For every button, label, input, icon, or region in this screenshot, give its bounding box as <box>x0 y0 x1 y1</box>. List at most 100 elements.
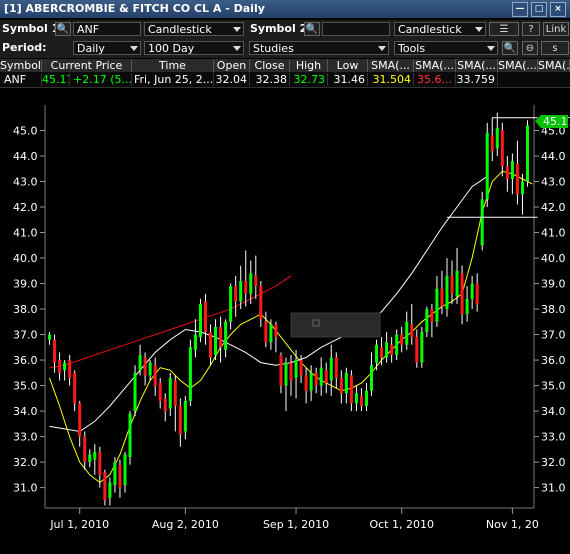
menu-icon[interactable]: ☰ <box>489 22 519 36</box>
y-tick-label-left-14: 45.0 <box>13 125 38 138</box>
candle-body-32 <box>209 332 213 358</box>
symbol2-label: Symbol 2: <box>250 22 312 35</box>
candle-body-35 <box>224 321 228 350</box>
zoom-icon[interactable]: 🔍 <box>502 41 518 55</box>
candle-body-39 <box>244 280 248 294</box>
candle-body-1 <box>53 339 57 363</box>
col-sma2[interactable]: SMA(... <box>414 59 456 72</box>
candle-body-26 <box>178 405 182 435</box>
col-close[interactable]: Close <box>250 59 290 72</box>
candle-body-94 <box>520 181 524 195</box>
candle-body-47 <box>284 362 288 386</box>
candle-body-58 <box>339 377 343 394</box>
col-time[interactable]: Time <box>132 59 214 72</box>
candlestick-chart[interactable]: 31.0 31.0 32.0 32.0 33.0 33.0 34.0 34.0 35.0 35.0… <box>0 90 570 554</box>
col-high[interactable]: High <box>290 59 328 72</box>
y-tick-label-right-13: 44.0 <box>541 150 566 163</box>
close-icon[interactable]: × <box>550 2 566 17</box>
candle-body-28 <box>188 347 192 401</box>
zoom-out-icon[interactable]: ⊖ <box>522 41 538 55</box>
candle-body-42 <box>259 286 263 320</box>
col-open[interactable]: Open <box>214 59 250 72</box>
candle-body-21 <box>153 365 157 386</box>
scroll-button[interactable]: s <box>541 41 569 55</box>
candle-body-5 <box>73 372 77 404</box>
col-sma5[interactable]: SMA(... <box>538 59 570 72</box>
col-symbol[interactable]: Symbol <box>0 59 42 72</box>
search-icon[interactable]: 🔍 <box>55 22 71 36</box>
candle-body-2 <box>58 360 62 373</box>
link-button[interactable]: Link <box>543 22 569 36</box>
candle-body-92 <box>510 161 514 179</box>
chevron-down-icon-4 <box>233 46 241 51</box>
x-tick-label-3: Oct 1, 2010 <box>369 518 434 531</box>
y-tick-label-right-11: 42.0 <box>541 201 566 214</box>
candle-body-37 <box>234 286 238 302</box>
symbol1-input[interactable]: ANF <box>73 22 141 36</box>
x-tick-label-2: Sep 1, 2010 <box>263 518 329 531</box>
studies-select[interactable]: Studies <box>249 41 389 55</box>
candle-body-88 <box>490 135 494 151</box>
candle-body-74 <box>420 332 424 363</box>
candle-body-41 <box>254 275 258 287</box>
candle-body-60 <box>349 375 353 404</box>
chart-style-select[interactable]: Candlestick <box>144 22 244 36</box>
candle-body-71 <box>405 321 409 345</box>
candle-body-30 <box>198 303 202 338</box>
col-current-price[interactable]: Current Price <box>42 59 132 72</box>
period-label: Period: <box>2 41 47 54</box>
y-tick-label-left-6: 37.0 <box>13 329 38 342</box>
period-select[interactable]: Daily <box>73 41 141 55</box>
chevron-down-icon <box>233 27 241 32</box>
candle-body-90 <box>500 130 504 167</box>
quote-symbol: ANF <box>0 73 42 86</box>
candle-body-10 <box>98 451 102 475</box>
candle-body-38 <box>239 280 243 302</box>
cursor-overlay-box <box>290 312 381 338</box>
col-low[interactable]: Low <box>328 59 368 72</box>
tools-value: Tools <box>398 42 426 55</box>
y-tick-label-right-9: 40.0 <box>541 252 566 265</box>
col-sma3[interactable]: SMA(... <box>456 59 498 72</box>
y-tick-label-left-2: 33.0 <box>13 431 38 444</box>
chart-style2-value: Candlestick <box>398 23 462 36</box>
candle-body-29 <box>193 334 197 350</box>
candle-body-11 <box>103 472 107 501</box>
candle-body-8 <box>88 454 92 463</box>
y-tick-label-left-13: 44.0 <box>13 150 38 163</box>
candle-body-31 <box>203 301 207 333</box>
candle-body-93 <box>515 163 519 195</box>
candle-body-40 <box>249 273 253 294</box>
candle-body-65 <box>375 344 379 363</box>
candle-body-55 <box>324 370 328 384</box>
period-value: Daily <box>77 42 105 55</box>
search-icon-2[interactable]: 🔍 <box>304 22 320 36</box>
candle-body-83 <box>465 298 469 315</box>
col-sma1[interactable]: SMA(... <box>368 59 414 72</box>
minimize-icon[interactable]: — <box>512 2 528 17</box>
symbol2-input[interactable] <box>322 22 390 36</box>
chart-background <box>0 90 570 554</box>
candle-body-48 <box>289 362 293 381</box>
candle-body-78 <box>440 288 444 307</box>
candle-body-81 <box>455 270 459 297</box>
help-button[interactable]: ? <box>522 22 540 36</box>
chart-style2-select[interactable]: Candlestick <box>394 22 486 36</box>
range-select[interactable]: 100 Day <box>144 41 244 55</box>
quote-open: 32.04 <box>214 73 250 86</box>
quote-sma3: 33.759 <box>456 73 498 86</box>
candle-body-80 <box>450 275 454 294</box>
tools-select[interactable]: Tools <box>394 41 498 55</box>
candle-body-4 <box>68 360 72 378</box>
y-tick-label-right-1: 32.0 <box>541 456 566 469</box>
chevron-down-icon-3 <box>130 46 138 51</box>
maximize-icon[interactable]: □ <box>531 2 547 17</box>
candle-body-52 <box>309 372 313 391</box>
chevron-down-icon-5 <box>378 46 386 51</box>
quote-row[interactable]: ANF 45.17 +2.17 (5.... Fri, Jun 25, 2...… <box>0 72 570 88</box>
candle-body-27 <box>183 400 187 432</box>
y-tick-label-left-3: 34.0 <box>13 405 38 418</box>
y-tick-label-right-3: 34.0 <box>541 405 566 418</box>
col-sma4[interactable]: SMA(... <box>498 59 538 72</box>
candle-body-66 <box>380 347 384 358</box>
